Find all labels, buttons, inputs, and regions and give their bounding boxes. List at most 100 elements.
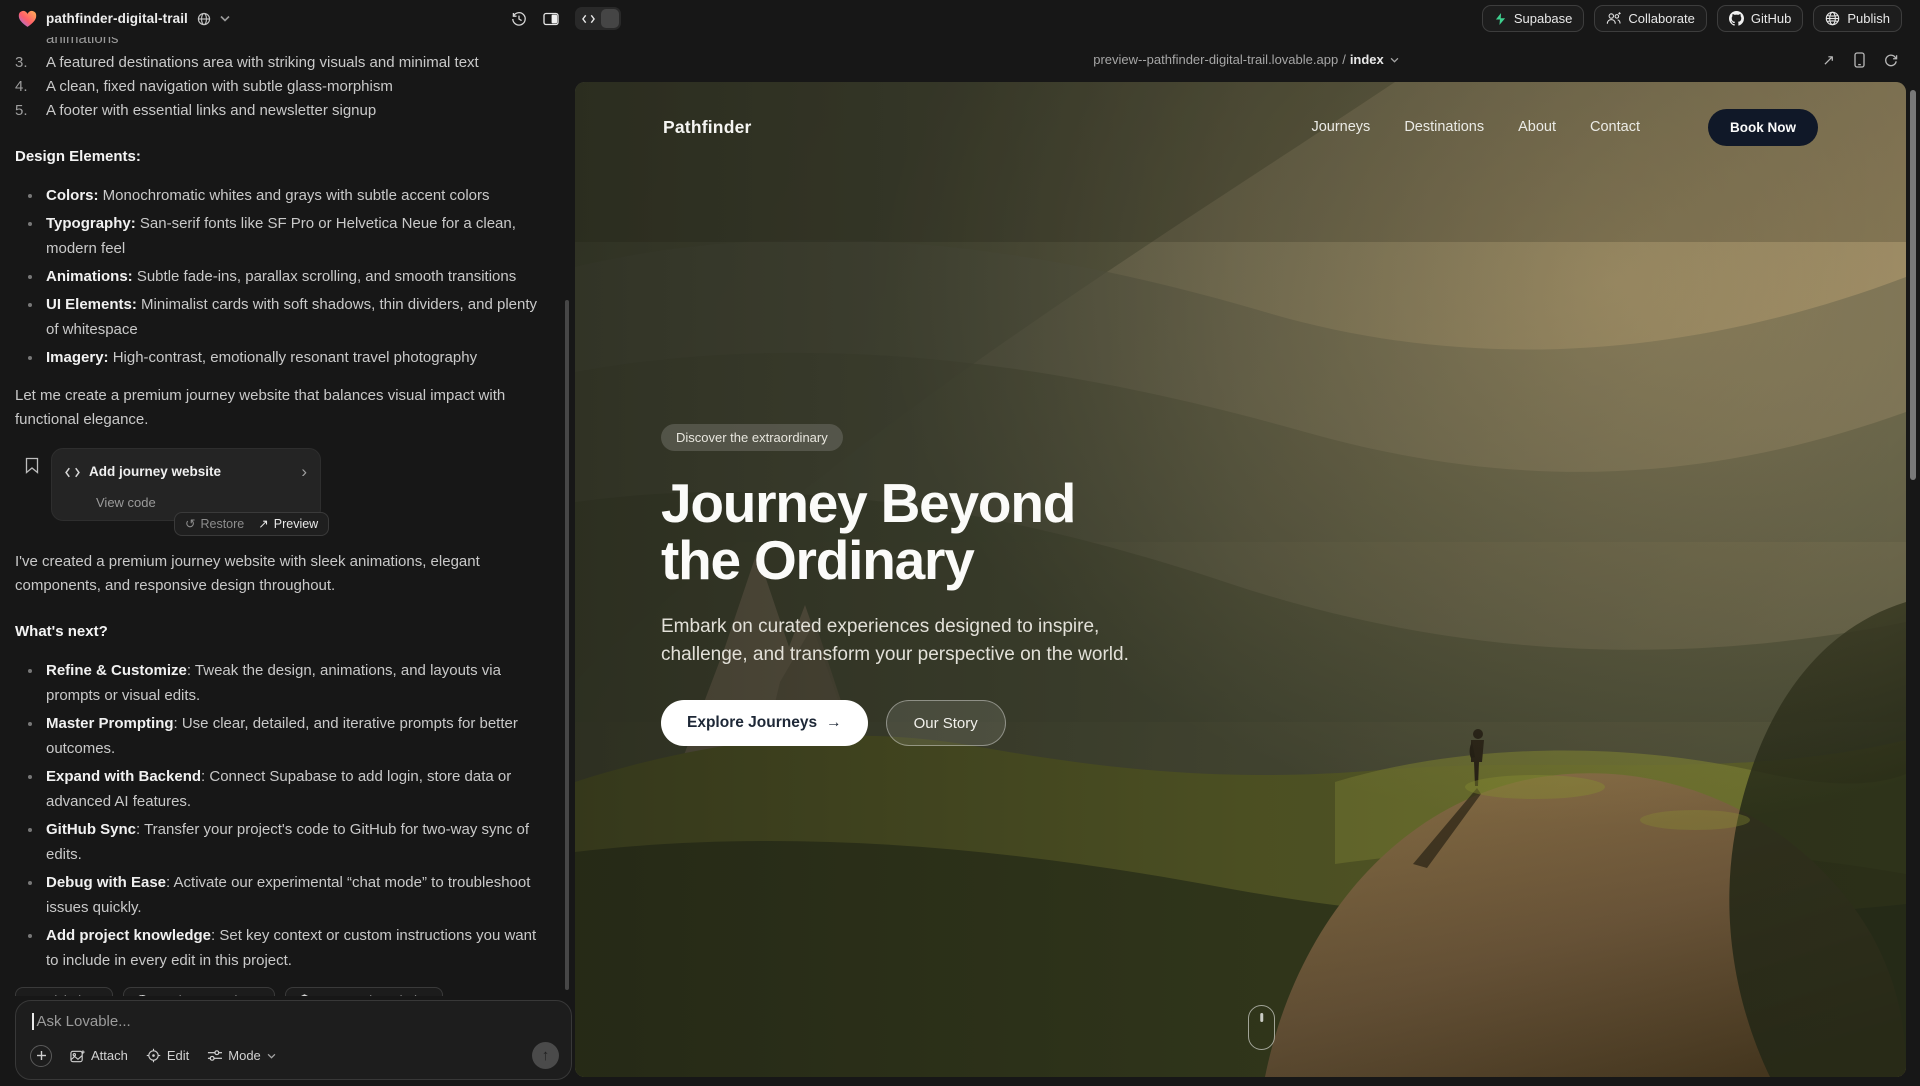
project-visibility-globe-icon [197,12,211,26]
add-button[interactable] [30,1045,52,1067]
bullet-label: Animations: [46,268,133,285]
chat-composer[interactable]: Ask Lovable... Attach Edit Mode ↑ [15,1000,572,1080]
bullet-label: GitHub Sync [46,821,136,838]
list-item: Expand with Backend: Connect Supabase to… [15,764,546,814]
chat-message-area[interactable]: animations 3. A featured destinations ar… [0,37,562,996]
bullet-label: Typography: [46,215,136,232]
manage-knowledge-chip[interactable]: Manage knowledge [285,987,444,996]
code-view-toggle[interactable] [575,7,621,30]
chat-scrollbar[interactable] [565,300,569,990]
collaborate-label: Collaborate [1628,11,1695,26]
nav-link-journeys[interactable]: Journeys [1311,119,1370,135]
visit-docs-chip[interactable]: Visit docs [15,987,113,996]
bullet-label: Imagery: [46,349,109,366]
restore-button[interactable]: ↺Restore [185,512,244,536]
bullet-dot [15,292,46,342]
preview-button[interactable]: ↗Preview [258,512,318,536]
item-text: A footer with essential links and newsle… [46,99,376,123]
explore-journeys-button[interactable]: Explore Journeys → [661,700,868,746]
bullet-label: Colors: [46,187,99,204]
toggle-knob [601,9,619,28]
bullet-label: Refine & Customize [46,662,187,679]
bookmark-icon[interactable] [25,457,39,474]
refresh-button[interactable] [1884,53,1898,67]
bullet-dot [15,711,46,761]
artifact-row: Add journey website › View code ↺Restore… [15,448,546,536]
bullet-dot [15,211,46,261]
list-item: GitHub Sync: Transfer your project's cod… [15,817,546,867]
composer-placeholder: Ask Lovable... [37,1013,131,1030]
list-item: UI Elements: Minimalist cards with soft … [15,292,546,342]
list-item: Typography: San-serif fonts like SF Pro … [15,211,546,261]
nav-link-contact[interactable]: Contact [1590,119,1640,135]
chat-bubble-icon [135,994,149,997]
numbered-item-4: 4. A clean, fixed navigation with subtle… [15,75,546,99]
list-item: Imagery: High-contrast, emotionally reso… [15,345,546,370]
our-story-button[interactable]: Our Story [886,700,1006,746]
bullet-label: UI Elements: [46,296,137,313]
select-target-icon [146,1048,161,1063]
refresh-icon [1884,53,1898,67]
url-separator: / [1342,52,1346,67]
mobile-phone-icon [1854,52,1865,68]
chevron-right-icon: › [301,465,307,479]
bullet-label: Add project knowledge [46,927,211,944]
item-text: A featured destinations area with striki… [46,51,479,75]
suggestion-chips: Visit docs Explore Supabase Manage knowl… [15,987,546,996]
external-arrow-icon [27,995,39,997]
attach-button[interactable]: Attach [70,1048,128,1063]
mode-label: Mode [228,1048,261,1063]
mobile-view-button[interactable] [1854,52,1865,68]
open-external-button[interactable]: ↗ [1822,51,1835,69]
artifact-card[interactable]: Add journey website › View code [51,448,321,521]
github-button[interactable]: GitHub [1717,5,1803,32]
image-icon [70,1049,85,1063]
explore-supabase-chip[interactable]: Explore Supabase [123,987,274,996]
hero-subtitle: Embark on curated experiences designed t… [661,613,1151,668]
site-viewport: Pathfinder Journeys Destinations About C… [575,82,1906,1077]
preview-scrollbar[interactable] [1910,90,1916,480]
restore-icon: ↺ [185,512,195,536]
book-now-button[interactable]: Book Now [1708,109,1818,146]
list-item: Add project knowledge: Set key context o… [15,923,546,973]
item-text: A clean, fixed navigation with subtle gl… [46,75,393,99]
panel-toggle-button[interactable] [543,11,559,27]
chat-panel: animations 3. A featured destinations ar… [0,37,572,1086]
list-item: Master Prompting: Use clear, detailed, a… [15,711,546,761]
edit-button[interactable]: Edit [146,1048,189,1063]
collaborate-button[interactable]: Collaborate [1594,5,1707,32]
project-menu[interactable]: pathfinder-digital-trail [18,10,230,28]
graduation-cap-icon [297,994,312,996]
send-button[interactable]: ↑ [532,1042,559,1069]
history-clock-icon [511,11,527,27]
history-button[interactable] [511,11,527,27]
mode-selector[interactable]: Mode [207,1048,276,1063]
hero-title-line2: the Ordinary [661,529,974,591]
supabase-bolt-icon [1494,12,1507,26]
bullet-text: Monochromatic whites and grays with subt… [99,187,490,204]
nav-link-about[interactable]: About [1518,119,1556,135]
preview-page-name[interactable]: index [1350,52,1384,67]
preview-url: preview--pathfinder-digital-trail.lovabl… [1093,52,1338,67]
assistant-paragraph: I've created a premium journey website w… [15,550,546,598]
nav-link-destinations[interactable]: Destinations [1404,119,1484,135]
bullet-text: Subtle fade-ins, parallax scrolling, and… [133,268,517,285]
whats-next-list: Refine & Customize: Tweak the design, an… [15,658,546,973]
chip-label: Visit docs [46,993,101,996]
bullet-dot [15,658,46,708]
item-number: 5. [15,99,46,123]
chip-label: Manage knowledge [319,993,432,996]
text-caret [32,1013,34,1030]
collaborate-people-icon [1606,12,1621,25]
hero-content: Discover the extraordinary Journey Beyon… [661,424,1151,746]
restore-label: Restore [200,512,244,536]
numbered-item-5: 5. A footer with essential links and new… [15,99,546,123]
hero-title: Journey Beyond the Ordinary [661,475,1151,589]
publish-label: Publish [1847,11,1890,26]
list-item: Debug with Ease: Activate our experiment… [15,870,546,920]
site-brand[interactable]: Pathfinder [663,117,752,138]
list-item: Animations: Subtle fade-ins, parallax sc… [15,264,546,289]
supabase-button[interactable]: Supabase [1482,5,1585,32]
whats-next-heading: What's next? [15,620,546,644]
publish-button[interactable]: Publish [1813,5,1902,32]
